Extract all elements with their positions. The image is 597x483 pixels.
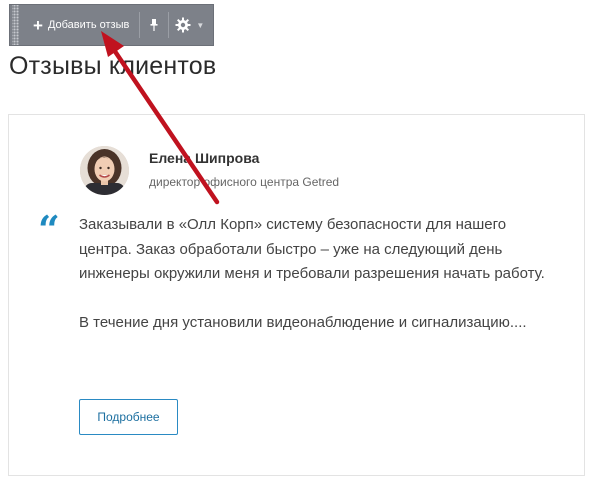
plus-icon: + <box>33 15 43 35</box>
author-name: Елена Шипрова <box>149 150 260 166</box>
author-role: директор офисного центра Getred <box>149 175 340 189</box>
review-card: Елена Шипрова директор офисного центра G… <box>8 114 585 476</box>
avatar <box>80 146 129 195</box>
pin-icon <box>150 19 158 31</box>
drag-handle[interactable] <box>12 5 19 45</box>
review-text: Заказывали в «Олл Корп» систему безопасн… <box>79 213 559 336</box>
page-title: Отзывы клиентов <box>9 52 217 80</box>
review-paragraph: В течение дня установили видеонаблюдение… <box>79 314 527 331</box>
review-paragraph: Заказывали в «Олл Корп» систему безопасн… <box>79 216 545 282</box>
add-review-label: Добавить отзыв <box>47 19 130 31</box>
quote-icon: “ <box>38 207 60 252</box>
pin-button[interactable] <box>140 5 168 45</box>
settings-button[interactable]: ▼ <box>169 5 204 45</box>
more-button[interactable]: Подробнее <box>79 399 178 435</box>
editor-toolbar: + Добавить отзыв ▼ <box>9 4 214 46</box>
add-review-button[interactable]: + Добавить отзыв <box>19 5 139 45</box>
gear-icon <box>175 17 191 33</box>
chevron-down-icon: ▼ <box>196 20 205 30</box>
